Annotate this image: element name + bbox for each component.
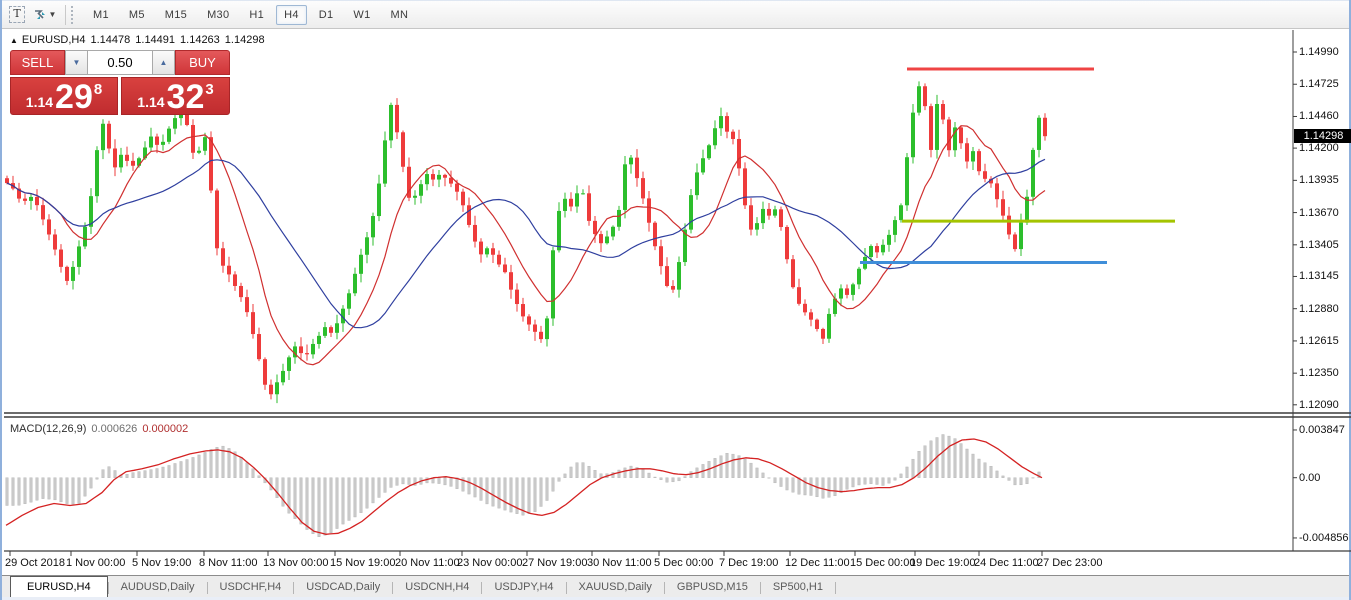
chart-tab-bar: EURUSD,H4AUDUSD,DailyUSDCHF,H4USDCAD,Dai…	[2, 575, 1349, 598]
time-axis-label: 27 Nov 19:00	[522, 557, 587, 569]
buy-price-display[interactable]: 1.14323	[121, 77, 230, 115]
macd-main-value: 0.000626	[91, 423, 137, 435]
macd-name: MACD(12,26,9)	[10, 423, 86, 435]
time-axis-label: 27 Dec 23:00	[1037, 557, 1102, 569]
time-axis-label: 19 Dec 19:00	[910, 557, 975, 569]
tab-sp500-h1[interactable]: SP500,H1	[761, 577, 835, 598]
open-value: 1.14478	[91, 34, 131, 46]
price-axis-label: 1.13145	[1299, 270, 1339, 282]
price-axis-label: 1.12350	[1299, 367, 1339, 379]
low-value: 1.14263	[180, 34, 220, 46]
buy-price-point: 3	[205, 81, 213, 98]
spin-up-icon: ▲	[160, 58, 168, 67]
tab-usdjpy-h4[interactable]: USDJPY,H4	[482, 577, 565, 598]
sell-button[interactable]: SELL	[10, 50, 65, 75]
tab-divider	[835, 582, 836, 594]
time-axis-label: 5 Nov 19:00	[132, 557, 191, 569]
buy-price-pips: 32	[167, 82, 205, 112]
volume-increase-button[interactable]: ▲	[152, 50, 175, 75]
volume-decrease-button[interactable]: ▼	[65, 50, 88, 75]
tab-eurusd-h4[interactable]: EURUSD,H4	[10, 576, 108, 598]
macd-axis-label: 0.00	[1299, 472, 1320, 484]
tab-usdchf-h4[interactable]: USDCHF,H4	[208, 577, 294, 598]
price-axis-label: 1.14200	[1299, 142, 1339, 154]
time-axis-label: 24 Dec 11:00	[974, 557, 1039, 569]
high-value: 1.14491	[135, 34, 175, 46]
time-axis-label: 12 Dec 11:00	[785, 557, 850, 569]
time-axis-label: 15 Nov 19:00	[330, 557, 395, 569]
tab-usdcnh-h4[interactable]: USDCNH,H4	[393, 577, 481, 598]
time-axis-label: 5 Dec 00:00	[654, 557, 713, 569]
time-axis-label: 8 Nov 11:00	[199, 557, 258, 569]
price-axis-label: 1.13670	[1299, 207, 1339, 219]
time-axis-label: 20 Nov 11:00	[395, 557, 460, 569]
one-click-trading-panel: SELL ▼ 0.50 ▲ BUY 1.14298 1.14323	[10, 50, 230, 115]
tab-xauusd-daily[interactable]: XAUUSD,Daily	[567, 577, 664, 598]
time-axis-label: 30 Nov 11:00	[587, 557, 652, 569]
buy-button[interactable]: BUY	[175, 50, 230, 75]
price-axis-label: 1.14460	[1299, 110, 1339, 122]
time-axis-label: 15 Dec 00:00	[850, 557, 915, 569]
sell-price-display[interactable]: 1.14298	[10, 77, 118, 115]
sell-price-base: 1.14	[26, 94, 53, 110]
tab-audusd-daily[interactable]: AUDUSD,Daily	[109, 577, 207, 598]
chart-ohlc-header: ▲ EURUSD,H4 1.14478 1.14491 1.14263 1.14298	[10, 34, 270, 46]
time-axis-label: 7 Dec 19:00	[719, 557, 778, 569]
price-axis-label: 1.14725	[1299, 78, 1339, 90]
macd-indicator-label: MACD(12,26,9) 0.000626 0.000002	[10, 423, 193, 435]
sell-price-pips: 29	[55, 82, 93, 112]
mt4-window: { "toolbar": { "tools": [ {"name": "text…	[0, 0, 1351, 600]
price-axis-label: 1.12090	[1299, 399, 1339, 411]
volume-input[interactable]: 0.50	[88, 50, 152, 75]
sell-price-point: 8	[94, 81, 102, 98]
macd-axis-label: 0.003847	[1299, 424, 1345, 436]
current-price-tag: 1.14298	[1294, 129, 1351, 143]
spin-down-icon: ▼	[73, 58, 81, 67]
price-axis-label: 1.13935	[1299, 174, 1339, 186]
symbol-period-label: EURUSD,H4	[22, 34, 86, 46]
time-axis-label: 1 Nov 00:00	[66, 557, 125, 569]
buy-price-base: 1.14	[137, 94, 164, 110]
price-axis-label: 1.12880	[1299, 303, 1339, 315]
close-value: 1.14298	[225, 34, 265, 46]
time-axis-label: 13 Nov 00:00	[263, 557, 328, 569]
tab-gbpusd-m15[interactable]: GBPUSD,M15	[665, 577, 760, 598]
time-axis-label: 23 Nov 00:00	[457, 557, 522, 569]
macd-axis-label: -0.004856	[1299, 532, 1349, 544]
tab-usdcad-daily[interactable]: USDCAD,Daily	[294, 577, 392, 598]
collapse-triangle-icon[interactable]: ▲	[10, 36, 18, 45]
price-axis-label: 1.13405	[1299, 239, 1339, 251]
price-axis-label: 1.12615	[1299, 335, 1339, 347]
price-axis-label: 1.14990	[1299, 46, 1339, 58]
macd-signal-value: 0.000002	[142, 423, 188, 435]
time-axis-label: 29 Oct 2018	[5, 557, 65, 569]
